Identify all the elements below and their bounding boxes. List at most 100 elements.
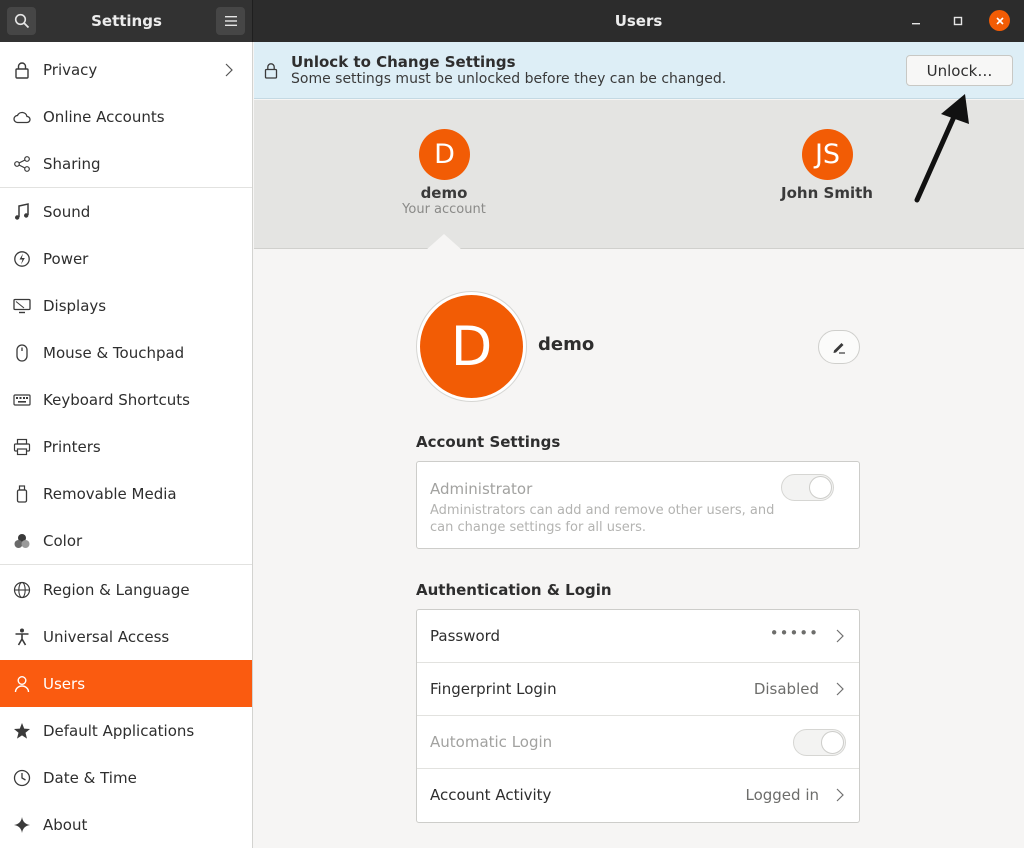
sidebar-item-printers[interactable]: Printers: [0, 423, 252, 470]
pencil-icon: [831, 339, 847, 355]
toggle-knob: [809, 476, 832, 499]
sparkle-icon: [12, 815, 32, 835]
sidebar-item-region-language[interactable]: Region & Language: [0, 566, 252, 613]
sidebar-item-displays[interactable]: Displays: [0, 282, 252, 329]
sidebar-divider: [0, 564, 252, 565]
sidebar-item-label: Universal Access: [43, 628, 169, 646]
sidebar-item-label: Sharing: [43, 155, 101, 173]
sidebar-item-sound[interactable]: Sound: [0, 188, 252, 235]
sidebar-item-privacy[interactable]: Privacy: [0, 46, 252, 93]
minimize-icon: [911, 16, 921, 26]
row-label: Password: [430, 627, 500, 645]
sidebar-item-removable-media[interactable]: Removable Media: [0, 470, 252, 517]
sidebar-item-label: Keyboard Shortcuts: [43, 391, 190, 409]
sidebar-item-label: Sound: [43, 203, 90, 221]
avatar: JS: [802, 129, 853, 180]
sidebar-item-default-applications[interactable]: Default Applications: [0, 707, 252, 754]
toggle-knob: [821, 731, 844, 754]
sidebar-item-mouse-touchpad[interactable]: Mouse & Touchpad: [0, 329, 252, 376]
clock-icon: [12, 768, 32, 788]
sidebar-item-label: Region & Language: [43, 581, 190, 599]
user-name: demo: [364, 184, 524, 202]
printer-icon: [12, 437, 32, 457]
keyboard-icon: [12, 390, 32, 410]
star-icon: [12, 721, 32, 741]
sidebar-item-label: Users: [43, 675, 85, 693]
row-label: Fingerprint Login: [430, 680, 557, 698]
annotation-arrow: [905, 88, 975, 208]
automatic-login-toggle[interactable]: [793, 729, 846, 756]
user-name: John Smith: [747, 184, 907, 202]
account-activity-row[interactable]: Account Activity Logged in: [417, 769, 859, 822]
sidebar-item-power[interactable]: Power: [0, 235, 252, 282]
account-settings-frame: Administrator Administrators can add and…: [416, 461, 860, 549]
profile-avatar[interactable]: D: [420, 295, 523, 398]
infobar-subtitle: Some settings must be unlocked before th…: [291, 71, 726, 87]
row-value: Disabled: [754, 680, 819, 698]
sidebar-item-users[interactable]: Users: [0, 660, 252, 707]
main-headerbar: Users: [253, 0, 1024, 42]
sidebar-headerbar: Settings: [0, 0, 253, 42]
close-button[interactable]: [989, 10, 1010, 31]
administrator-toggle[interactable]: [781, 474, 834, 501]
sidebar-item-label: Online Accounts: [43, 108, 165, 126]
administrator-description: can change settings for all users.: [430, 520, 646, 535]
display-icon: [12, 296, 32, 316]
sidebar-item-label: Removable Media: [43, 485, 177, 503]
minimize-button[interactable]: [905, 10, 927, 32]
close-icon: [995, 16, 1005, 26]
lock-icon: [264, 62, 278, 79]
cloud-icon: [12, 107, 32, 127]
edit-name-button[interactable]: [818, 330, 860, 364]
globe-icon: [12, 580, 32, 600]
hamburger-menu-icon: [225, 16, 237, 26]
sidebar-item-date-time[interactable]: Date & Time: [0, 754, 252, 801]
chevron-right-icon: [225, 63, 233, 77]
unlock-button[interactable]: Unlock…: [906, 55, 1013, 86]
share-icon: [12, 154, 32, 174]
chevron-right-icon: [835, 681, 845, 697]
sidebar-item-keyboard-shortcuts[interactable]: Keyboard Shortcuts: [0, 376, 252, 423]
sidebar-item-sharing[interactable]: Sharing: [0, 140, 252, 187]
administrator-description: Administrators can add and remove other …: [430, 503, 774, 518]
sidebar-item-color[interactable]: Color: [0, 517, 252, 564]
row-value: Logged in: [745, 786, 819, 804]
usb-drive-icon: [12, 484, 32, 504]
sidebar-item-label: Displays: [43, 297, 106, 315]
accessibility-icon: [12, 627, 32, 647]
row-label: Account Activity: [430, 786, 551, 804]
chevron-right-icon: [835, 628, 845, 644]
mouse-icon: [12, 343, 32, 363]
sidebar-item-about[interactable]: About: [0, 801, 252, 848]
sidebar-item-label: Default Applications: [43, 722, 194, 740]
sidebar-item-label: Date & Time: [43, 769, 137, 787]
sidebar-item-online-accounts[interactable]: Online Accounts: [0, 93, 252, 140]
lock-icon: [12, 60, 32, 80]
profile-name: demo: [538, 334, 594, 355]
user-icon: [12, 674, 32, 694]
avatar: D: [419, 129, 470, 180]
auth-login-frame: Password ••••• Fingerprint Login Disable…: [416, 609, 860, 823]
music-note-icon: [12, 202, 32, 222]
sidebar-item-label: Mouse & Touchpad: [43, 344, 184, 362]
selection-pointer: [426, 234, 462, 250]
automatic-login-row: Automatic Login: [417, 716, 859, 769]
maximize-button[interactable]: [947, 10, 969, 32]
sidebar-item-universal-access[interactable]: Universal Access: [0, 613, 252, 660]
menu-button[interactable]: [216, 7, 245, 35]
administrator-label: Administrator: [430, 480, 532, 498]
password-row[interactable]: Password •••••: [417, 610, 859, 663]
sidebar-item-label: Power: [43, 250, 88, 268]
sidebar-item-label: About: [43, 816, 87, 834]
account-settings-heading: Account Settings: [416, 433, 560, 451]
sidebar-item-label: Printers: [43, 438, 101, 456]
maximize-icon: [953, 16, 963, 26]
fingerprint-login-row[interactable]: Fingerprint Login Disabled: [417, 663, 859, 716]
color-icon: [12, 531, 32, 551]
infobar-title: Unlock to Change Settings: [291, 53, 516, 71]
row-label: Automatic Login: [430, 733, 552, 751]
sidebar: Privacy Online Accounts Sharing Sound Po…: [0, 42, 253, 848]
user-subtitle: Your account: [364, 202, 524, 217]
user-details: D demo Account Settings Administrator Ad…: [254, 250, 1024, 848]
chevron-right-icon: [835, 787, 845, 803]
